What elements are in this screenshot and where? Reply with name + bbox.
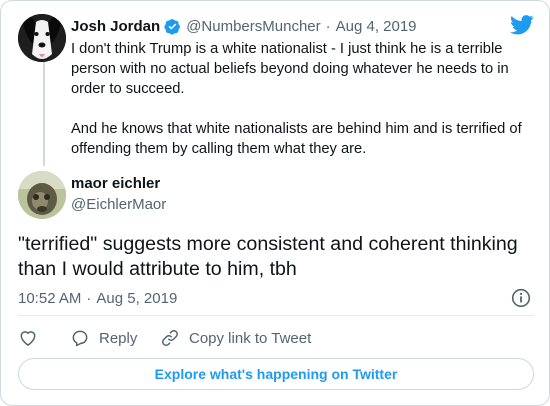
tweet-timestamp[interactable]: 10:52 AM · Aug 5, 2019	[18, 289, 177, 307]
parent-tweet-text: I don't think Trump is a white nationali…	[71, 39, 541, 159]
heart-icon	[20, 331, 36, 346]
parent-tweet-header: Josh Jordan @NumbersMuncher · Aug 4, 201…	[71, 16, 417, 36]
tweet-date[interactable]: Aug 5, 2019	[96, 290, 177, 307]
dog-avatar-image	[18, 14, 66, 62]
thread-connector-line	[43, 62, 45, 166]
avatar[interactable]	[18, 171, 66, 219]
embedded-tweet-card: Josh Jordan @NumbersMuncher · Aug 4, 201…	[0, 0, 550, 406]
user-photo-avatar-image	[18, 171, 66, 219]
tweet-date[interactable]: Aug 4, 2019	[336, 18, 417, 35]
reply-tweet-text: "terrified" suggests more consistent and…	[18, 233, 518, 280]
explore-twitter-button[interactable]: Explore what's happening on Twitter	[18, 358, 534, 390]
link-icon	[162, 330, 178, 346]
reply-label: Reply	[99, 329, 138, 347]
like-button[interactable]	[18, 328, 70, 348]
separator-dot: ·	[325, 17, 331, 35]
speech-bubble-icon	[72, 330, 88, 347]
info-icon[interactable]	[511, 288, 531, 308]
verified-badge-icon	[164, 18, 181, 35]
avatar[interactable]	[18, 14, 66, 62]
separator-dot: ·	[86, 289, 92, 307]
reply-button[interactable]: Reply	[70, 328, 160, 348]
divider	[18, 315, 534, 316]
copy-link-label: Copy link to Tweet	[189, 329, 312, 347]
tweet-paragraph: And he knows that white nationalists are…	[71, 121, 522, 157]
author-handle[interactable]: @NumbersMuncher	[186, 18, 320, 35]
tweet-paragraph: I don't think Trump is a white nationali…	[71, 41, 509, 97]
author-name[interactable]: Josh Jordan	[71, 18, 160, 35]
author-name[interactable]: maor eichler	[71, 175, 160, 192]
author-handle[interactable]: @EichlerMaor	[71, 196, 166, 213]
copy-link-button[interactable]: Copy link to Tweet	[160, 328, 311, 348]
tweet-actions: Reply Copy link to Tweet	[18, 327, 311, 349]
twitter-bird-icon[interactable]	[510, 15, 534, 35]
tweet-time[interactable]: 10:52 AM	[18, 290, 81, 307]
